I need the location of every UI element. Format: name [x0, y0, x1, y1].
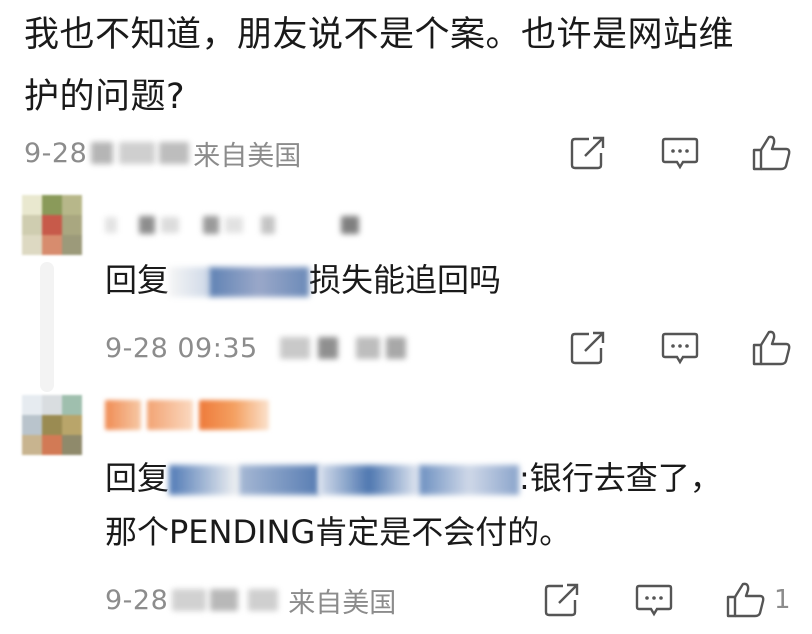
reply-prefix: 回复	[105, 261, 170, 299]
comment-button[interactable]	[658, 328, 702, 368]
comment-icon	[661, 137, 699, 170]
redacted-time	[159, 142, 190, 164]
like-button[interactable]	[750, 133, 794, 173]
reply-body: 回复 :银行去查了，	[105, 452, 722, 504]
redacted-username	[169, 465, 240, 495]
share-button[interactable]	[566, 133, 610, 173]
redacted-time	[119, 142, 156, 164]
like-icon	[726, 582, 765, 618]
redacted-username	[419, 465, 520, 495]
reply-text-line1: :银行去查了，	[519, 459, 722, 497]
reply-location: 来自美国	[288, 587, 397, 619]
share-button[interactable]	[566, 328, 610, 368]
redacted-username	[169, 267, 210, 297]
username[interactable]	[105, 397, 269, 433]
reply-prefix: 回复	[105, 459, 170, 497]
share-icon	[570, 331, 605, 365]
like-icon	[752, 330, 791, 366]
redacted-username	[209, 267, 310, 297]
reply-body-line2: 那个PENDING肯定是不会付的。	[105, 506, 571, 558]
share-icon	[570, 136, 605, 170]
reply-meta: 9-28 09:35	[105, 328, 406, 368]
avatar[interactable]	[22, 195, 82, 255]
thread-line	[40, 262, 54, 392]
reply-actions: 1	[540, 580, 791, 620]
comment-time: 9-28	[24, 137, 88, 169]
comment-body-line1: 我也不知道，朋友说不是个案。也许是网站维	[24, 15, 735, 55]
reply-text: 损失能追回吗	[309, 261, 502, 299]
reply-actions	[566, 328, 794, 368]
reply-time: 9-28	[105, 584, 169, 616]
avatar[interactable]	[22, 395, 82, 455]
comment-meta: 9-28 来自美国	[24, 133, 301, 173]
like-count: 1	[774, 585, 791, 615]
comment-actions	[566, 133, 794, 173]
reply-time: 9-28 09:35	[105, 332, 258, 364]
comment-top: 我也不知道，朋友说不是个案。也许是网站维 护的问题?	[24, 4, 794, 128]
username[interactable]	[105, 212, 359, 238]
share-button[interactable]	[540, 580, 584, 620]
redacted-username	[319, 465, 420, 495]
like-icon	[752, 135, 791, 171]
comment-button[interactable]	[632, 580, 676, 620]
comment-icon	[635, 584, 673, 617]
comment-body-line2: 护的问题?	[24, 77, 186, 117]
share-icon	[544, 583, 579, 617]
comment-button[interactable]	[658, 133, 702, 173]
like-button[interactable]	[750, 328, 794, 368]
comment-icon	[661, 332, 699, 365]
reply-body: 回复 损失能追回吗	[105, 254, 501, 306]
redacted-time	[91, 142, 114, 164]
redacted-username	[239, 465, 320, 495]
comment-location: 来自美国	[193, 140, 302, 172]
like-button[interactable]	[724, 580, 768, 620]
reply-meta: 9-28 来自美国	[105, 580, 396, 620]
reply-text-line2: 那个PENDING肯定是不会付的。	[105, 513, 572, 551]
